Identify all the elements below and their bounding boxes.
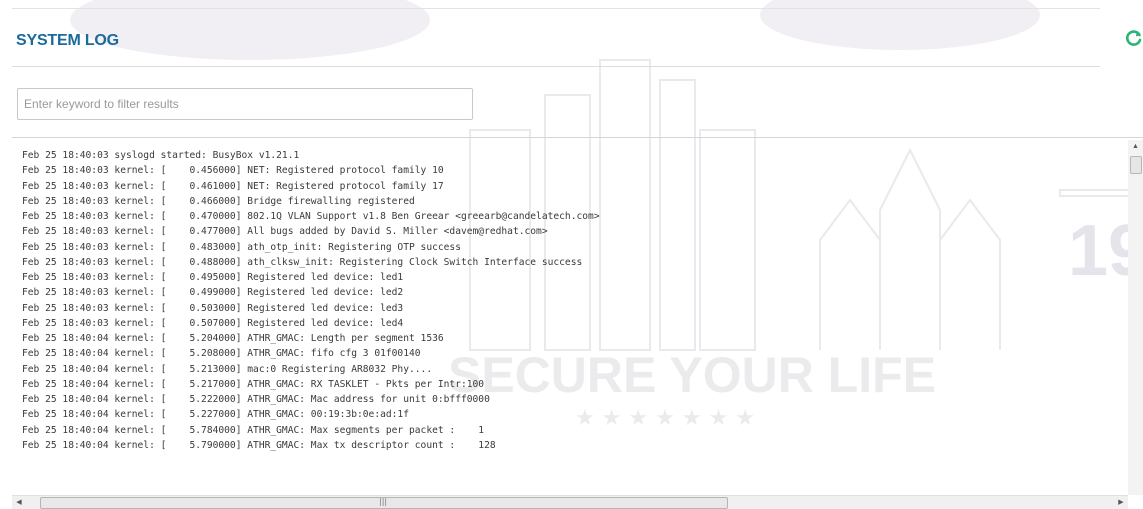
log-line: Feb 25 18:40:03 kernel: [ 0.503000] Regi…: [22, 302, 404, 314]
log-line: Feb 25 18:40:03 kernel: [ 0.499000] Regi…: [22, 287, 404, 299]
filter-input[interactable]: [17, 88, 473, 120]
log-line: Feb 25 18:40:04 kernel: [ 5.217000] ATHR…: [22, 378, 485, 390]
log-output: Feb 25 18:40:03 syslogd started: BusyBox…: [22, 148, 1122, 491]
log-line: Feb 25 18:40:03 kernel: [ 0.483000] ath_…: [22, 241, 461, 253]
top-divider: [12, 8, 1100, 9]
scroll-left-arrow-icon[interactable]: ◀: [12, 496, 26, 509]
log-line: Feb 25 18:40:04 kernel: [ 5.213000] mac:…: [22, 363, 433, 375]
log-line: Feb 25 18:40:03 kernel: [ 0.470000] 802.…: [22, 211, 600, 222]
log-line: Feb 25 18:40:03 kernel: [ 0.477000] All …: [22, 226, 548, 238]
vertical-scrollbar[interactable]: ▲: [1128, 140, 1143, 495]
log-line: Feb 25 18:40:04 kernel: [ 5.790000] ATHR…: [22, 439, 496, 451]
refresh-icon[interactable]: [1124, 28, 1143, 48]
log-line: Feb 25 18:40:03 kernel: [ 0.488000] ath_…: [22, 256, 583, 268]
title-divider: [12, 66, 1100, 67]
log-line: Feb 25 18:40:04 kernel: [ 5.204000] ATHR…: [22, 333, 444, 344]
log-line: Feb 25 18:40:03 kernel: [ 0.466000] Brid…: [22, 195, 415, 207]
scroll-up-arrow-icon[interactable]: ▲: [1128, 140, 1143, 154]
header: SYSTEM LOG: [12, 22, 1143, 66]
vertical-scroll-thumb[interactable]: [1130, 156, 1142, 174]
log-line: Feb 25 18:40:04 kernel: [ 5.208000] ATHR…: [22, 348, 421, 360]
log-line: Feb 25 18:40:04 kernel: [ 5.784000] ATHR…: [22, 424, 485, 436]
log-line: Feb 25 18:40:03 kernel: [ 0.456000] NET:…: [22, 165, 444, 177]
page-title: SYSTEM LOG: [16, 32, 119, 49]
horizontal-scrollbar[interactable]: ◀ ||| ▶: [12, 495, 1128, 509]
log-line: Feb 25 18:40:04 kernel: [ 5.222000] ATHR…: [22, 394, 490, 405]
scroll-grip-icon: |||: [379, 497, 388, 506]
log-line: Feb 25 18:40:03 kernel: [ 0.461000] NET:…: [22, 180, 444, 192]
log-line: Feb 25 18:40:03 syslogd started: BusyBox…: [22, 150, 300, 161]
scroll-right-arrow-icon[interactable]: ▶: [1114, 496, 1128, 509]
log-line: Feb 25 18:40:04 kernel: [ 5.227000] ATHR…: [22, 409, 409, 421]
log-line: Feb 25 18:40:03 kernel: [ 0.495000] Regi…: [22, 272, 404, 283]
log-line: Feb 25 18:40:03 kernel: [ 0.507000] Regi…: [22, 317, 404, 329]
horizontal-scroll-thumb[interactable]: |||: [40, 497, 728, 509]
